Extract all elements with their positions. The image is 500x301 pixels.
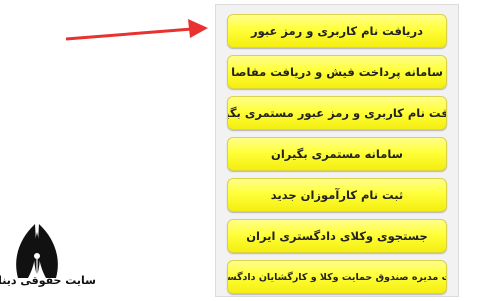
site-name-label: سایت حقوقی دینا bbox=[0, 274, 96, 287]
red-pointer-arrow-icon bbox=[65, 19, 208, 41]
pen-nib-logo-icon bbox=[16, 224, 58, 278]
